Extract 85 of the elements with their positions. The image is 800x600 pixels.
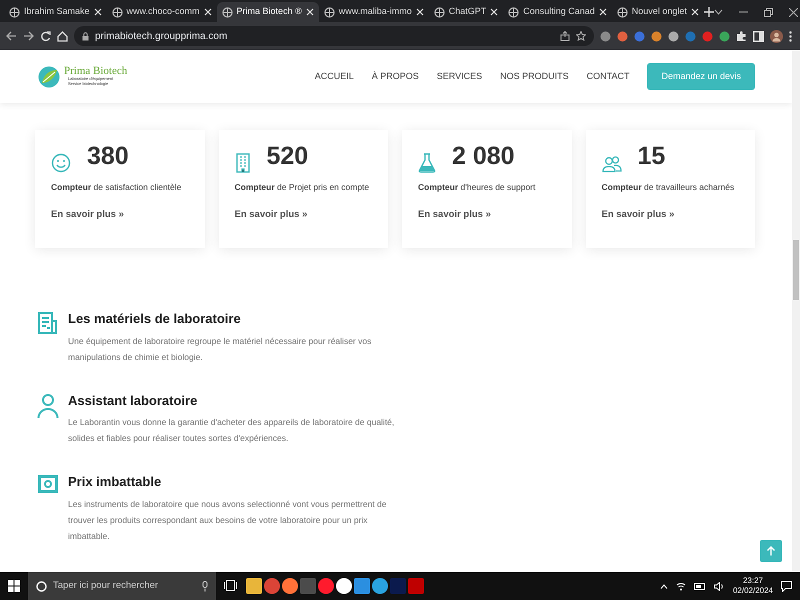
task-view-icon[interactable] [224,580,237,592]
counter-value: 520 [266,144,308,169]
sidebar-icon[interactable] [753,30,764,42]
person-icon [37,392,59,419]
more-icon[interactable] [789,30,792,42]
feature-title: Assistant laboratoire [68,392,198,408]
browser-tab[interactable]: Ibrahim Samake [4,2,107,22]
wifi-icon[interactable] [676,582,686,590]
nav-link[interactable]: NOS PRODUITS [500,70,569,84]
nav-link[interactable]: CONTACT [586,70,630,84]
browser-tab[interactable]: Consulting Canad [503,2,612,22]
browser-tab[interactable]: www.choco-comm [106,2,217,22]
globe-icon [508,6,520,18]
taskbar-search-field[interactable]: Taper ici pour rechercher [28,572,216,600]
extension-icon[interactable] [668,30,679,42]
chevron-up-icon[interactable] [660,584,668,588]
arrow-up-icon [766,546,776,556]
globe-icon [9,6,20,18]
minimize-icon[interactable] [738,11,748,13]
read-more-link[interactable]: En savoir plus » [602,208,674,222]
counter-label: Compteur de Projet pris en compte [234,181,370,194]
chevron-down-icon[interactable] [714,9,723,15]
speaker-icon[interactable] [714,582,725,590]
flask-icon [418,153,436,173]
scrollbar[interactable] [792,50,800,572]
puzzle-icon[interactable] [736,30,747,42]
nav-link[interactable]: SERVICES [436,70,482,84]
extension-icon[interactable] [617,30,628,42]
read-more-link[interactable]: En savoir plus » [51,208,124,222]
close-icon[interactable] [788,8,798,16]
counter-value: 2 080 [452,144,515,169]
globe-icon [112,6,123,18]
smiley-icon [51,153,71,173]
avatar-icon[interactable] [770,30,783,42]
scrollbar-thumb[interactable] [793,240,799,300]
notification-icon[interactable] [781,580,792,592]
circle-icon [36,580,47,592]
document-icon [37,311,59,335]
counter-label: Compteur d'heures de support [418,181,536,194]
extension-icon[interactable] [719,30,730,42]
feature-title: Les matériels de laboratoire [68,311,242,327]
building-icon [234,153,250,173]
globe-icon [616,6,628,18]
feature-text: Une équipement de laboratoire regroupe le matériel nécessaire pour réaliser vos manipulations de chimie et biologie. [68,334,372,364]
globe-icon [222,6,233,18]
restore-icon[interactable] [764,8,773,16]
banknote-icon [37,474,59,494]
people-icon [602,155,622,173]
globe-icon [324,6,335,18]
feature-text: Le Laborantin vous donne la garantie d'acheter des appareils de laboratoire de qualité, solides et fiables pour réaliser toutes sortes d'expériences. [68,416,396,446]
windows-icon[interactable] [8,580,20,592]
feature-text: Les instruments de laboratoire que nous avons selectionné vont vous permettrent de trouver les produits correspondant aux besoins de votre laboratoire pour un prix imbattable. [68,498,388,543]
share-icon[interactable] [560,31,570,41]
forward-icon[interactable] [23,31,34,41]
reload-icon[interactable] [40,30,51,42]
address-bar[interactable]: primabiotech.groupprima.com [74,26,594,46]
logo-name: Prima Biotech [64,66,128,78]
search-input[interactable]: Taper ici pour rechercher [53,578,196,594]
browser-tab[interactable]: ChatGPT [428,2,504,22]
read-more-link[interactable]: En savoir plus » [418,208,491,222]
lock-icon [82,32,89,40]
browser-tab[interactable]: www.maliba-immo [318,2,429,22]
counter-label: Compteur de travailleurs acharnés [602,181,736,194]
nav-link[interactable]: À PROPOS [372,70,419,84]
microphone-icon[interactable] [202,580,208,592]
extension-icon[interactable] [600,30,611,42]
clock-time: 23:27 [742,576,764,586]
read-more-link[interactable]: En savoir plus » [234,208,308,222]
back-icon[interactable] [6,31,17,41]
extension-icon[interactable] [634,30,645,42]
feature-title: Prix imbattable [68,474,162,490]
browser-tab[interactable]: Nouvel onglet [612,2,704,22]
counter-label: Compteur de satisfaction clientèle [51,181,182,194]
star-icon[interactable] [576,31,586,41]
globe-icon [434,6,445,18]
leaf-logo-icon [38,66,60,88]
clock-date: 02/02/2024 [732,586,773,596]
nav-link[interactable]: ACCUEIL [314,70,354,84]
counter-value: 15 [638,144,666,169]
counter-value: 380 [87,144,129,169]
home-icon[interactable] [57,30,68,42]
battery-icon[interactable] [694,582,706,590]
browser-tab[interactable]: Prima Biotech ® [216,2,319,22]
extension-icon[interactable] [702,30,713,42]
extension-icon[interactable] [651,30,662,42]
